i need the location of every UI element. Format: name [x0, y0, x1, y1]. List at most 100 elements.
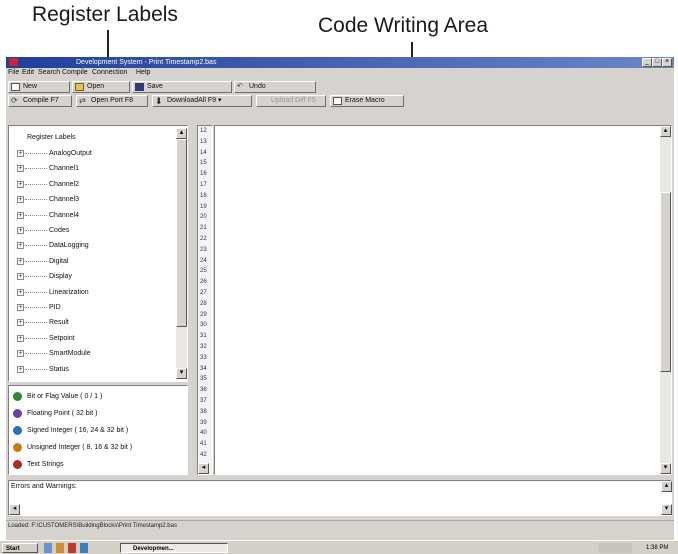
tree-item[interactable]: + Codes [9, 225, 169, 237]
expand-plus-icon[interactable]: + [17, 257, 24, 265]
tree-item[interactable]: + Setpoint [9, 333, 169, 345]
download-label: DownloadAll F9 ▾ [167, 97, 222, 104]
tree-item[interactable]: + Channel2 [9, 179, 169, 191]
code-editor[interactable]: ▴ ▾ [214, 125, 672, 475]
expand-plus-icon[interactable]: + [17, 273, 24, 281]
tree-item-label: Setpoint [49, 334, 75, 342]
legend-item: Text Strings [11, 457, 181, 473]
download-all-button[interactable]: ⬇ DownloadAll F9 ▾ [152, 95, 252, 107]
tree-item[interactable]: + Digital [9, 256, 169, 268]
erase-label: Erase Macro [345, 97, 385, 104]
tree-item[interactable]: + Linearization [9, 287, 169, 299]
tree-item[interactable]: + DataLogging [9, 240, 169, 252]
editor-scrollbar[interactable]: ▴ ▾ [660, 126, 671, 474]
register-tree-panel: Register Labels + AnalogOutput + Channel1 + C… [8, 125, 188, 382]
expand-plus-icon[interactable]: + [17, 180, 24, 188]
compile-label: Compile F7 [23, 97, 59, 104]
expand-plus-icon[interactable]: + [17, 150, 24, 157]
editor-scroll-thumb[interactable] [660, 192, 671, 372]
erase-macro-button[interactable]: Erase Macro [330, 95, 404, 107]
errors-scroll-left-icon[interactable]: ◂ [9, 504, 20, 515]
taskbar-app-label: Developmen... [133, 546, 174, 552]
download-icon: ⬇ [155, 96, 163, 106]
legend-item: Bit or Flag Value ( 0 / 1 ) [11, 389, 181, 405]
tree-item[interactable]: + AnalogOutput [9, 148, 169, 160]
type-legend-panel: Bit or Flag Value ( 0 / 1 ) Floating Poin… [8, 385, 188, 475]
expand-plus-icon[interactable]: + [17, 304, 24, 311]
menu-connection[interactable]: Connection [92, 69, 127, 76]
quicklaunch-icon-2[interactable] [56, 543, 64, 553]
close-button[interactable]: × [662, 58, 672, 67]
expand-plus-icon[interactable]: + [17, 227, 24, 234]
line-number-gutter: 12 13 14 15 16 17 18 19 20 21 22 23 24 25 26 27 28 29 30 31… [197, 125, 213, 475]
gutter-scroll-left-icon[interactable]: ◂ [198, 463, 209, 474]
menu-bar: File Edit Search Compile Connection Help [6, 68, 674, 80]
compile-button[interactable]: ⟳ Compile F7 [8, 95, 72, 107]
undo-label: Undo [249, 83, 266, 90]
tree-scroll-up-icon[interactable]: ▴ [176, 128, 187, 139]
menu-file[interactable]: File [8, 69, 19, 76]
tree-scrollbar[interactable]: ▴ ▾ [176, 128, 187, 379]
tree-item[interactable]: + PID [9, 302, 169, 314]
quicklaunch-icon-1[interactable] [44, 543, 52, 553]
editor-scroll-up-icon[interactable]: ▴ [660, 126, 671, 137]
save-button[interactable]: Save [132, 81, 232, 93]
menu-edit[interactable]: Edit [22, 69, 34, 76]
tree-item-label: Channel3 [49, 196, 79, 204]
undo-button[interactable]: ↶ Undo [234, 81, 316, 93]
start-button[interactable]: Start [2, 543, 38, 553]
expand-plus-icon[interactable]: + [17, 365, 24, 373]
expand-plus-icon[interactable]: + [17, 196, 24, 204]
tree-connector [25, 322, 47, 324]
tree-root[interactable]: Register Labels [9, 132, 169, 144]
maximize-button[interactable]: □ [652, 58, 662, 67]
errors-scroll-down-icon[interactable]: ▾ [661, 504, 672, 515]
tree-item-label: Linearization [49, 288, 89, 296]
app-window: Development System - Print Timestamp2.ba… [6, 57, 674, 554]
expand-plus-icon[interactable]: + [17, 211, 24, 219]
menu-help[interactable]: Help [136, 69, 150, 76]
tree-item[interactable]: + Status [9, 364, 169, 376]
expand-plus-icon[interactable]: + [17, 319, 24, 327]
erase-icon [333, 97, 342, 105]
legend-label: Floating Point ( 32 bit ) [27, 410, 98, 417]
expand-plus-icon[interactable]: + [17, 350, 24, 358]
editor-scroll-down-icon[interactable]: ▾ [660, 463, 671, 474]
expand-plus-icon[interactable]: + [17, 165, 24, 173]
tree-item[interactable]: + Channel1 [9, 163, 169, 175]
type-icon [13, 392, 22, 401]
tree-item-label: DataLogging [49, 242, 89, 250]
tree-item[interactable]: + Display [9, 271, 169, 283]
tree-item[interactable]: + Channel4 [9, 210, 169, 222]
tree-item[interactable]: + Channel3 [9, 194, 169, 206]
menu-search[interactable]: Search [38, 69, 60, 76]
tree-scroll-down-icon[interactable]: ▾ [176, 368, 187, 379]
expand-plus-icon[interactable]: + [17, 334, 24, 342]
tray-icons[interactable] [598, 543, 632, 553]
open-button[interactable]: Open [72, 81, 130, 93]
legend-label: Bit or Flag Value ( 0 / 1 ) [27, 393, 103, 400]
new-file-icon [11, 83, 20, 91]
minimize-button[interactable]: _ [642, 58, 652, 67]
expand-plus-icon[interactable]: + [17, 242, 24, 250]
tree-item[interactable]: + Result [9, 317, 169, 329]
open-port-button[interactable]: ⇄ Open Port F8 [76, 95, 148, 107]
tree-connector [25, 168, 47, 170]
upload-diff-button[interactable]: Upload Diff F5 [256, 95, 326, 107]
tree-item[interactable]: + SmartModule [9, 348, 169, 360]
tree-item-label: Channel4 [49, 211, 79, 219]
type-icon [13, 426, 22, 435]
quicklaunch-icon-4[interactable] [80, 543, 88, 553]
expand-plus-icon[interactable]: + [17, 288, 24, 296]
tree-item-label: AnalogOutput [49, 150, 92, 157]
tree-scroll-thumb[interactable] [176, 139, 187, 327]
code-writing-area-annotation: Code Writing Area [318, 14, 489, 37]
register-labels-annotation: Register Labels [32, 3, 178, 26]
menu-compile[interactable]: Compile [62, 69, 88, 76]
new-button[interactable]: New [8, 81, 70, 93]
tree-connector [25, 230, 47, 231]
taskbar-app-button[interactable]: Developmen... [120, 543, 228, 553]
quicklaunch-icon-3[interactable] [68, 543, 76, 553]
type-icon [13, 460, 22, 469]
errors-scroll-up-icon[interactable]: ▴ [661, 481, 672, 492]
